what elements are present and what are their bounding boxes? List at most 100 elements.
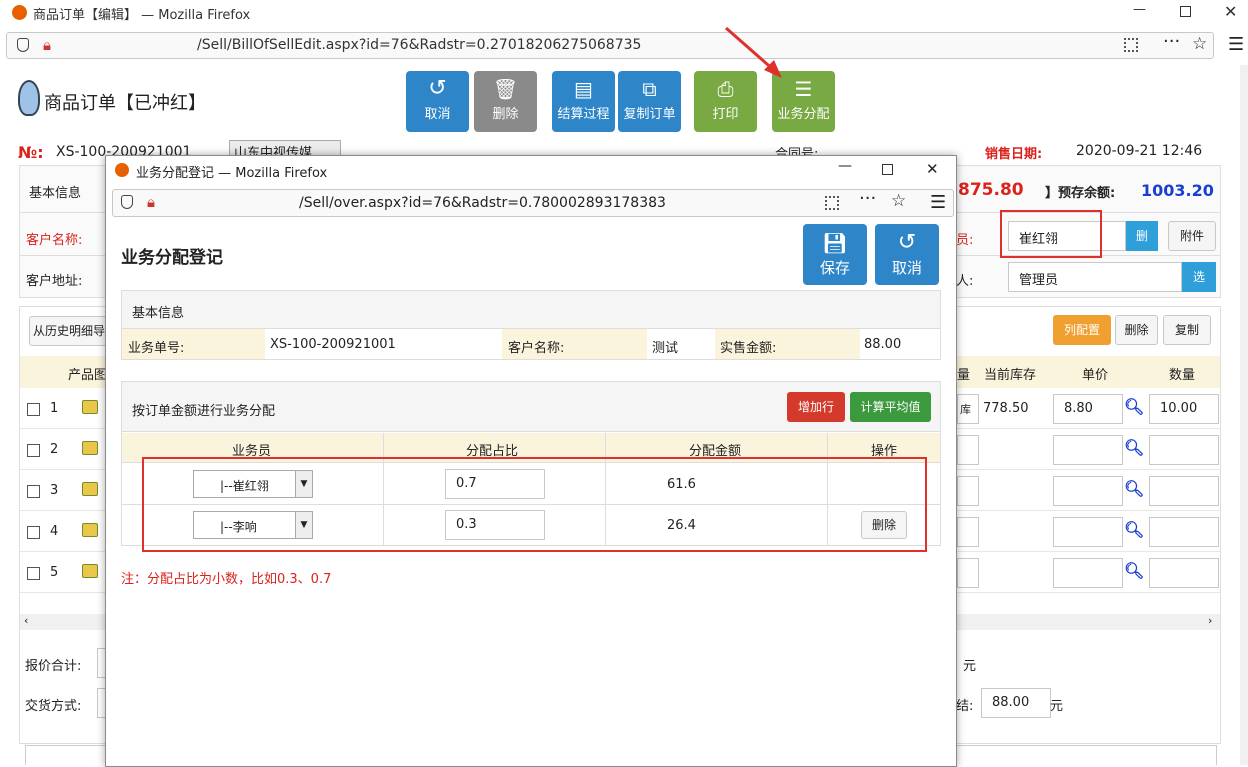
col-product-image: 产品图 xyxy=(68,368,108,383)
firefox-icon xyxy=(12,5,27,20)
shield-icon[interactable] xyxy=(121,195,133,209)
row-checkbox[interactable] xyxy=(27,444,40,457)
column-config-button[interactable]: 列配置 xyxy=(1053,315,1111,345)
actual-amount-label: 实售金额: xyxy=(720,341,777,356)
search-icon[interactable]: 🔍︎ xyxy=(1124,397,1144,416)
popup-address-bar[interactable]: 🔒︎ /Sell/over.aspx?id=76&Radstr=0.780002… xyxy=(112,188,954,217)
popup-close-icon[interactable]: ✕ xyxy=(926,160,939,178)
row-number: 4 xyxy=(50,524,59,539)
prepay-label: 】预存余额: xyxy=(1045,186,1116,201)
partial-input[interactable]: 库 xyxy=(957,394,979,424)
search-icon[interactable]: 🔍︎ xyxy=(1124,520,1144,539)
row-number: 1 xyxy=(50,401,59,416)
more-icon[interactable]: ··· xyxy=(1163,31,1180,52)
quantity-input[interactable]: 10.00 xyxy=(1149,394,1219,424)
cancel-button[interactable]: ↺ 取消 xyxy=(406,71,469,132)
firefox-icon xyxy=(115,163,129,177)
order-no-value: XS-100-200921001 xyxy=(270,337,396,352)
product-image-icon[interactable] xyxy=(82,400,98,414)
salesperson-delete-button[interactable]: 删 xyxy=(1126,221,1158,251)
actual-amount-value: 88.00 xyxy=(864,337,902,352)
customer-address-label: 客户地址: xyxy=(26,274,83,289)
product-image-icon[interactable] xyxy=(82,523,98,537)
popup-save-button[interactable]: 💾︎ 保存 xyxy=(803,224,867,285)
popup-minimize-icon[interactable]: — xyxy=(838,158,852,174)
search-icon[interactable]: 🔍︎ xyxy=(1124,561,1144,580)
customer-name-label: 客户名称: xyxy=(26,233,83,248)
menu-icon[interactable]: ☰ xyxy=(1228,34,1244,55)
partial-input[interactable] xyxy=(957,476,979,506)
maximize-icon[interactable] xyxy=(1180,6,1191,17)
row-checkbox[interactable] xyxy=(27,567,40,580)
quote-total-label: 报价合计: xyxy=(25,659,82,674)
popup-menu-icon[interactable]: ☰ xyxy=(930,192,946,213)
row-checkbox[interactable] xyxy=(27,485,40,498)
detail-delete-button[interactable]: 删除 xyxy=(1115,315,1158,345)
url-text[interactable]: /Sell/BillOfSellEdit.aspx?id=76&Radstr=0… xyxy=(197,37,641,53)
popup-window-title: 业务分配登记 — Mozilla Firefox xyxy=(136,166,328,181)
unit-yuan-2: 元 xyxy=(1050,699,1064,714)
close-icon[interactable]: ✕ xyxy=(1224,2,1237,21)
partial-input[interactable] xyxy=(957,558,979,588)
shield-icon[interactable] xyxy=(17,38,29,52)
sale-date-value: 2020-09-21 12:46 xyxy=(1076,143,1203,159)
order-no-label: 业务单号: xyxy=(128,341,185,356)
add-row-button[interactable]: 增加行 xyxy=(787,392,845,422)
qr-code-icon[interactable] xyxy=(825,196,839,210)
search-icon[interactable]: 🔍︎ xyxy=(1124,479,1144,498)
minimize-icon[interactable]: — xyxy=(1133,2,1146,17)
detail-copy-button[interactable]: 复制 xyxy=(1163,315,1211,345)
undo-icon: ↺ xyxy=(428,76,447,101)
handler-input[interactable]: 管理员 xyxy=(1008,262,1182,292)
popup-basic-title: 基本信息 xyxy=(132,306,185,321)
calc-average-button[interactable]: 计算平均值 xyxy=(850,392,931,422)
qr-code-icon[interactable] xyxy=(1124,38,1138,52)
insecure-lock-icon[interactable]: 🔒︎ xyxy=(43,36,51,54)
quantity-input[interactable] xyxy=(1149,558,1219,588)
unit-price-input[interactable]: 8.80 xyxy=(1053,394,1123,424)
product-image-icon[interactable] xyxy=(82,482,98,496)
search-icon[interactable]: 🔍︎ xyxy=(1124,438,1144,457)
unit-price-input[interactable] xyxy=(1053,517,1123,547)
unit-price-input[interactable] xyxy=(1053,476,1123,506)
settle-process-button[interactable]: ▤ 结算过程 xyxy=(552,71,615,132)
col-quantity: 数量 xyxy=(1169,368,1196,383)
row-number: 5 xyxy=(50,565,59,580)
product-image-icon[interactable] xyxy=(82,441,98,455)
final-amount-input[interactable]: 88.00 xyxy=(981,688,1051,718)
insecure-lock-icon[interactable]: 🔒︎ xyxy=(147,193,155,211)
page-scrollbar[interactable] xyxy=(1240,65,1248,765)
mascot-logo xyxy=(18,80,40,116)
page-title: 商品订单【已冲红】 xyxy=(44,93,206,114)
sale-date-label: 销售日期: xyxy=(985,147,1043,162)
bookmark-star-icon[interactable]: ☆ xyxy=(1192,34,1207,54)
row-checkbox[interactable] xyxy=(27,526,40,539)
copy-order-button[interactable]: ⧉ 复制订单 xyxy=(618,71,681,132)
partial-input[interactable] xyxy=(957,517,979,547)
unit-price-input[interactable] xyxy=(1053,435,1123,465)
popup-url-text[interactable]: /Sell/over.aspx?id=76&Radstr=0.780002893… xyxy=(299,195,666,211)
customer-label: 客户名称: xyxy=(508,341,565,356)
quantity-input[interactable] xyxy=(1149,476,1219,506)
bookmark-star-icon[interactable]: ☆ xyxy=(891,191,906,211)
quantity-input[interactable] xyxy=(1149,517,1219,547)
address-bar[interactable]: 🔒︎ /Sell/BillOfSellEdit.aspx?id=76&Radst… xyxy=(6,31,1214,59)
partial-input[interactable] xyxy=(957,435,979,465)
quantity-input[interactable] xyxy=(1149,435,1219,465)
more-icon[interactable]: ··· xyxy=(859,188,876,209)
handler-select-button[interactable]: 选 xyxy=(1182,262,1216,292)
popup-cancel-button[interactable]: ↺ 取消 xyxy=(875,224,939,285)
history-import-button[interactable]: 从历史明细导 xyxy=(29,316,109,346)
salesperson-highlight xyxy=(1000,210,1102,258)
order-no-label: №: xyxy=(18,143,44,162)
attachment-button[interactable]: 附件 xyxy=(1168,221,1216,251)
browser-titlebar: 商品订单【编辑】 — Mozilla Firefox — ✕ xyxy=(0,0,1248,26)
product-image-icon[interactable] xyxy=(82,564,98,578)
delivery-label: 交货方式: xyxy=(25,699,82,714)
delete-button[interactable]: 🗑︎ 删除 xyxy=(474,71,537,132)
basic-info-title: 基本信息 xyxy=(29,186,82,201)
col-partial: 量 xyxy=(957,368,971,383)
row-checkbox[interactable] xyxy=(27,403,40,416)
unit-price-input[interactable] xyxy=(1053,558,1123,588)
popup-maximize-icon[interactable] xyxy=(882,164,893,175)
